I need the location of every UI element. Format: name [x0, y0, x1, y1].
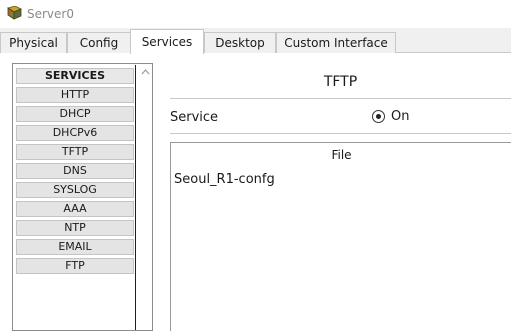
service-dns-button[interactable]: DNS — [16, 163, 134, 179]
service-on-radio[interactable] — [372, 110, 385, 123]
service-dhcp-button[interactable]: DHCP — [16, 106, 134, 122]
window-title: Server0 — [27, 7, 74, 21]
divider — [170, 98, 511, 99]
service-label: Service — [170, 110, 219, 125]
tab-bar: Physical Config Services Desktop Custom … — [0, 29, 511, 54]
panel-title: TFTP — [323, 74, 358, 90]
file-column-header: File — [331, 148, 352, 162]
services-list-inner: SERVICES HTTP DHCP DHCPv6 TFTP DNS SYSLO… — [14, 65, 136, 330]
scroll-up-icon[interactable] — [140, 66, 151, 78]
server-icon — [7, 6, 22, 20]
title-bar: Server0 — [0, 0, 511, 28]
tab-desktop[interactable]: Desktop — [204, 32, 276, 53]
tab-custom-interface[interactable]: Custom Interface — [276, 32, 396, 53]
service-ftp-button[interactable]: FTP — [16, 258, 134, 274]
service-syslog-button[interactable]: SYSLOG — [16, 182, 134, 198]
services-header: SERVICES — [16, 68, 134, 84]
service-dhcpv6-button[interactable]: DHCPv6 — [16, 125, 134, 141]
file-list: File Seoul_R1-confg — [170, 142, 511, 331]
tab-services[interactable]: Services — [130, 29, 204, 54]
tab-config[interactable]: Config — [67, 32, 131, 53]
service-http-button[interactable]: HTTP — [16, 87, 134, 103]
tab-physical[interactable]: Physical — [0, 32, 67, 53]
service-on-label[interactable]: On — [391, 109, 409, 124]
service-ntp-button[interactable]: NTP — [16, 220, 134, 236]
service-aaa-button[interactable]: AAA — [16, 201, 134, 217]
file-list-item[interactable]: Seoul_R1-confg — [174, 172, 275, 187]
services-list: SERVICES HTTP DHCP DHCPv6 TFTP DNS SYSLO… — [12, 63, 153, 331]
service-email-button[interactable]: EMAIL — [16, 239, 134, 255]
divider — [170, 133, 511, 134]
service-tftp-button[interactable]: TFTP — [16, 144, 134, 160]
